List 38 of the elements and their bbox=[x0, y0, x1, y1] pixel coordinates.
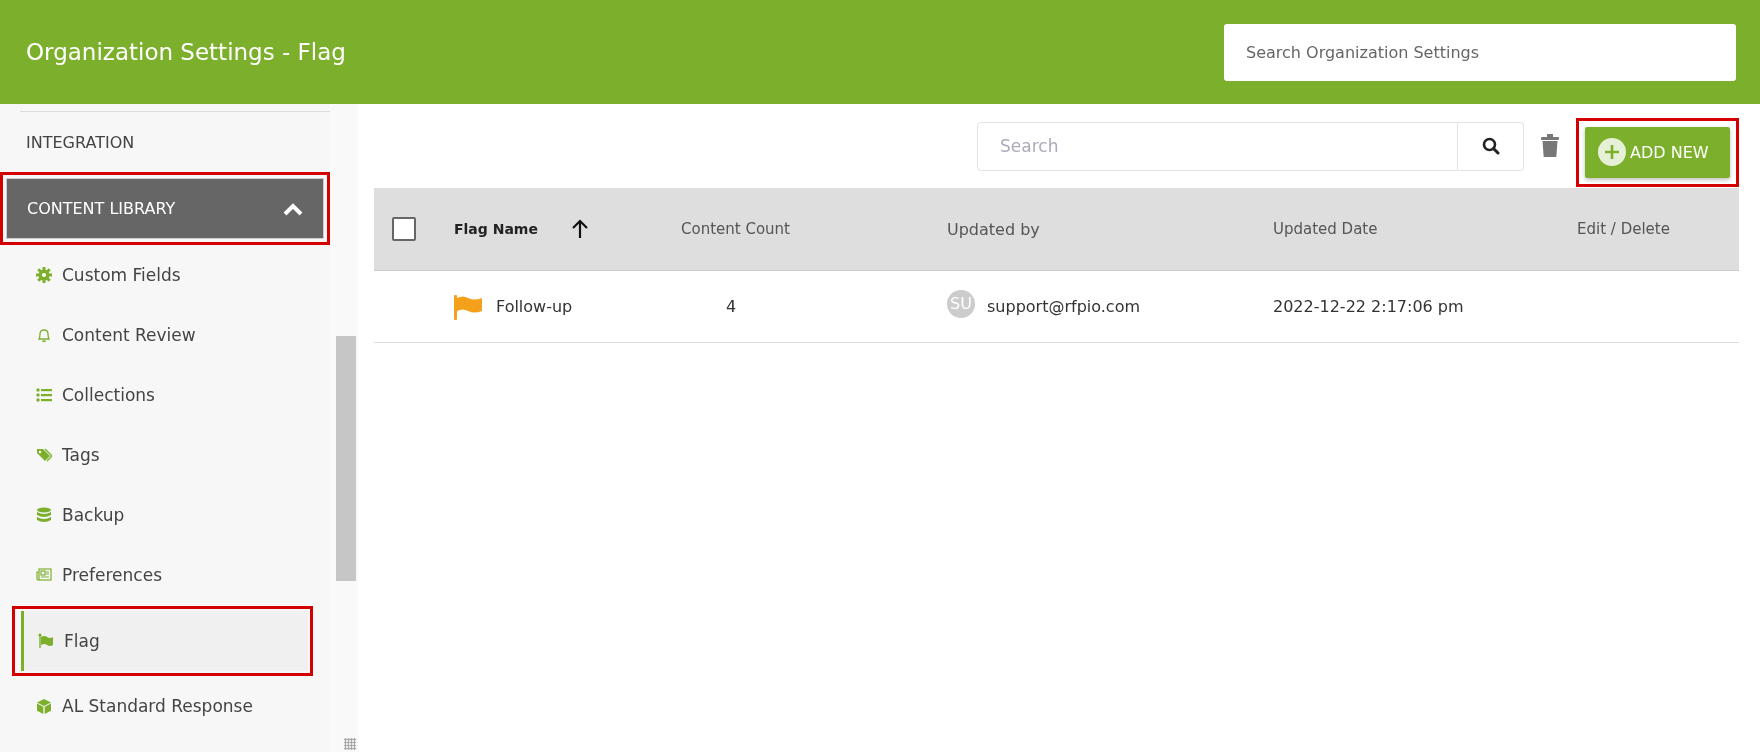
sidebar-item[interactable]: Backup bbox=[0, 485, 330, 545]
page-title: Organization Settings - Flag bbox=[26, 39, 346, 65]
sidebar-item[interactable]: Flag bbox=[21, 611, 308, 671]
section-header[interactable]: CONTENT LIBRARY bbox=[6, 178, 324, 239]
column-header[interactable]: Flag Name bbox=[454, 221, 538, 237]
bell-icon bbox=[36, 327, 52, 343]
search-button[interactable] bbox=[1458, 121, 1524, 171]
sidebar-item[interactable]: Collections bbox=[0, 365, 330, 425]
table-cell: 4 bbox=[726, 297, 737, 316]
resize-grip-icon[interactable] bbox=[344, 738, 356, 750]
cube-icon bbox=[36, 698, 52, 714]
scrollbar-thumb[interactable] bbox=[336, 336, 356, 581]
database-icon bbox=[36, 507, 52, 523]
sidebar-item[interactable]: Tags bbox=[0, 425, 330, 485]
column-header[interactable]: Updated Date bbox=[1273, 220, 1378, 238]
sidebar-item[interactable]: Preferences bbox=[0, 545, 330, 605]
table-cell: Follow-up bbox=[496, 297, 573, 316]
sidebar-item[interactable]: AL Standard Response bbox=[0, 676, 330, 736]
table-cell: support@rfpio.com bbox=[987, 297, 1140, 316]
column-header[interactable]: Updated by bbox=[947, 219, 1040, 239]
search-icon bbox=[1481, 137, 1500, 155]
search-field[interactable]: Search bbox=[977, 121, 1458, 171]
checkbox[interactable] bbox=[392, 217, 416, 241]
gear-icon bbox=[36, 267, 52, 283]
delete-button[interactable] bbox=[1538, 132, 1562, 160]
sidebar-item[interactable]: INTEGRATION bbox=[0, 112, 330, 172]
tags-icon bbox=[36, 447, 52, 463]
plus-circle-icon bbox=[1598, 138, 1626, 166]
column-header[interactable]: Content Count bbox=[681, 220, 790, 238]
sidebar-item[interactable]: Content Review bbox=[0, 305, 330, 365]
newspaper-icon bbox=[36, 567, 52, 583]
sidebar-item[interactable]: Custom Fields bbox=[0, 245, 330, 305]
flag-icon bbox=[38, 633, 54, 649]
search-field[interactable]: Search Organization Settings bbox=[1224, 23, 1736, 81]
trash-icon bbox=[1541, 134, 1559, 158]
column-header[interactable]: Edit / Delete bbox=[1577, 220, 1670, 238]
list-icon bbox=[36, 387, 52, 403]
table-cell: 2022-12-22 2:17:06 pm bbox=[1273, 297, 1464, 316]
